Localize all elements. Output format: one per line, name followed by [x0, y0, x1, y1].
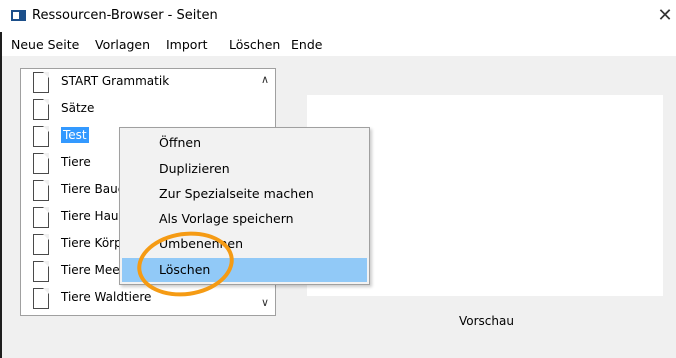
preview-label: Vorschau: [459, 314, 514, 328]
window-left-border: [0, 32, 2, 358]
menu-ende[interactable]: Ende: [291, 37, 322, 52]
context-item-label: Öffnen: [159, 135, 201, 150]
menu-bar: Neue Seite Vorlagen Import Löschen Ende: [0, 32, 676, 56]
context-item-duplizieren[interactable]: Duplizieren: [122, 157, 367, 181]
document-icon: [33, 261, 49, 282]
menu-vorlagen[interactable]: Vorlagen: [95, 37, 150, 52]
document-icon: [33, 234, 49, 255]
list-item-label: START Grammatik: [61, 74, 170, 88]
menu-import[interactable]: Import: [166, 37, 208, 52]
document-icon: [33, 99, 49, 120]
window-title: Ressourcen-Browser - Seiten: [32, 8, 218, 23]
document-icon: [33, 207, 49, 228]
context-item-oeffnen[interactable]: Öffnen: [122, 131, 367, 155]
close-icon[interactable]: ✕: [654, 0, 676, 32]
list-item-label: Sätze: [61, 101, 95, 115]
list-item[interactable]: Sätze: [27, 99, 255, 123]
list-item-label: Tiere Haus: [61, 209, 125, 223]
document-icon: [33, 153, 49, 174]
document-icon: [33, 72, 49, 93]
context-item-label: Zur Spezialseite machen: [159, 186, 314, 201]
scroll-up-icon[interactable]: ∧: [261, 73, 269, 86]
app-icon: [11, 10, 26, 21]
context-item-label: Duplizieren: [159, 161, 230, 176]
context-item-label: Als Vorlage speichern: [159, 211, 294, 226]
scroll-down-icon[interactable]: ∨: [261, 296, 269, 309]
list-item-label: Test: [61, 127, 89, 143]
list-item-label: Tiere Baue: [61, 182, 126, 196]
document-icon: [33, 126, 49, 147]
menu-neue-seite[interactable]: Neue Seite: [11, 37, 79, 52]
list-item-label: Tiere: [61, 155, 91, 169]
list-item-label: Tiere Waldtiere: [61, 290, 152, 304]
title-bar: Ressourcen-Browser - Seiten ✕: [0, 0, 676, 32]
list-item[interactable]: Tiere Waldtiere: [27, 288, 255, 312]
menu-loeschen[interactable]: Löschen: [229, 37, 280, 52]
list-item[interactable]: START Grammatik: [27, 72, 255, 96]
list-item-label: Tiere Meer: [61, 263, 125, 277]
context-item-spezialseite[interactable]: Zur Spezialseite machen: [122, 182, 367, 206]
context-item-vorlage[interactable]: Als Vorlage speichern: [122, 207, 367, 231]
list-item-label: Tiere Körp: [61, 236, 122, 250]
document-icon: [33, 288, 49, 309]
document-icon: [33, 180, 49, 201]
